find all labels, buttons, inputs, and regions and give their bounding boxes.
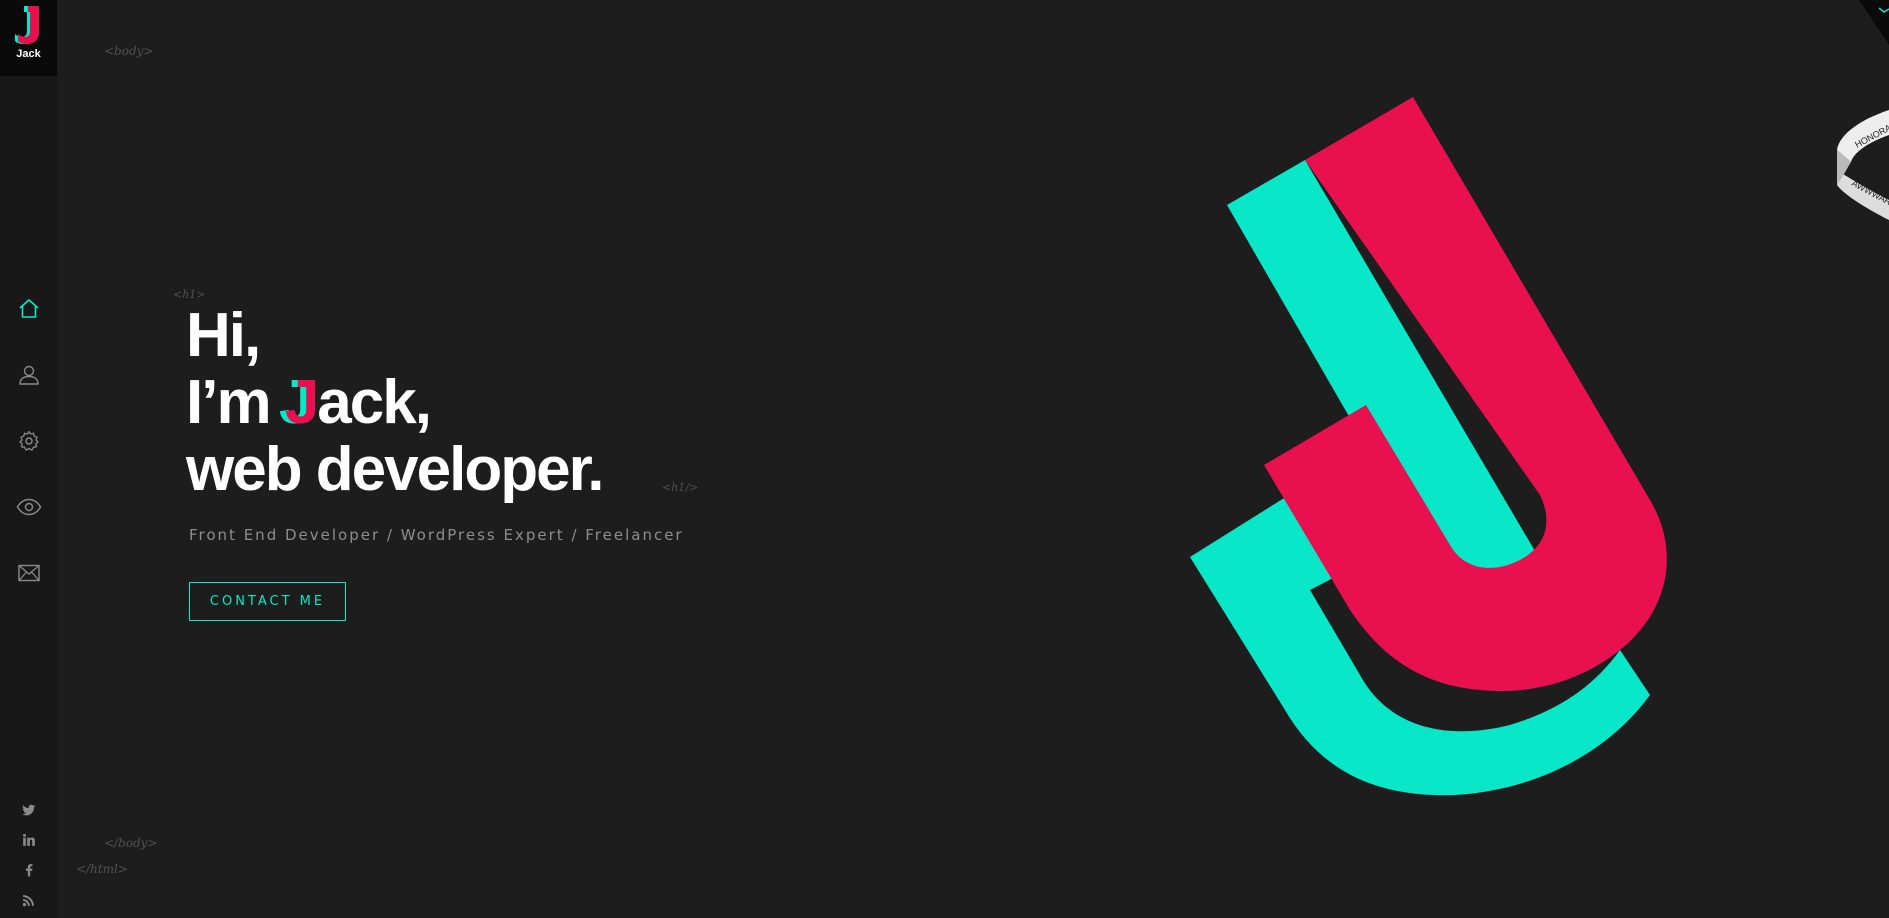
nav-item-home[interactable] <box>0 276 57 342</box>
logo[interactable]: Jack <box>0 0 57 76</box>
hero-subtitle: Front End Developer / WordPress Expert /… <box>189 526 684 544</box>
linkedin-icon <box>22 833 35 846</box>
hero-line-2-suffix: ack, <box>317 368 432 437</box>
award-ribbon[interactable]: HONORABLE AWWWARDS <box>1799 0 1889 230</box>
nav-item-contact[interactable] <box>0 540 57 606</box>
facebook-icon <box>25 864 32 877</box>
code-tag-body-open: <body> <box>104 44 154 58</box>
code-tag-body-close: </body> <box>104 836 158 850</box>
social-twitter[interactable] <box>0 795 57 825</box>
social-links <box>0 795 57 915</box>
logo-j-icon <box>15 6 39 44</box>
sidebar-nav <box>0 276 57 606</box>
hero-line-1: Hi, <box>186 301 261 370</box>
social-linkedin[interactable] <box>0 825 57 855</box>
code-tag-h1-open: <h1> <box>173 288 206 301</box>
twitter-icon <box>21 804 35 816</box>
hero-j-letter: J <box>284 368 320 437</box>
hero-heading: Hi, I’m Jack, web developer. <box>186 301 605 504</box>
social-facebook[interactable] <box>0 855 57 885</box>
envelope-icon <box>17 564 40 582</box>
sidebar: Jack <box>0 0 57 918</box>
hero-line-3: web developer. <box>186 435 605 504</box>
rss-icon <box>22 894 34 906</box>
code-tag-html-close: </html> <box>76 862 128 876</box>
gear-icon <box>18 430 39 451</box>
home-icon <box>18 299 39 318</box>
social-rss[interactable] <box>0 885 57 915</box>
big-j-logo-illustration <box>1190 97 1667 796</box>
hero: Hi, I’m Jack, web developer. <box>186 301 605 504</box>
nav-item-skills[interactable] <box>0 408 57 474</box>
user-icon <box>18 365 39 385</box>
page: Jack <body> <h1> <h1/> </body> </html> H… <box>0 0 1889 918</box>
logo-name: Jack <box>16 48 41 60</box>
hero-line-2: I’m Jack, <box>186 369 603 436</box>
code-tag-h1-close: <h1/> <box>662 481 699 494</box>
nav-item-work[interactable] <box>0 474 57 540</box>
eye-icon <box>16 498 41 516</box>
contact-me-button[interactable]: CONTACT ME <box>189 582 346 621</box>
hero-line-2-prefix: I’m <box>186 368 285 437</box>
nav-item-about[interactable] <box>0 342 57 408</box>
